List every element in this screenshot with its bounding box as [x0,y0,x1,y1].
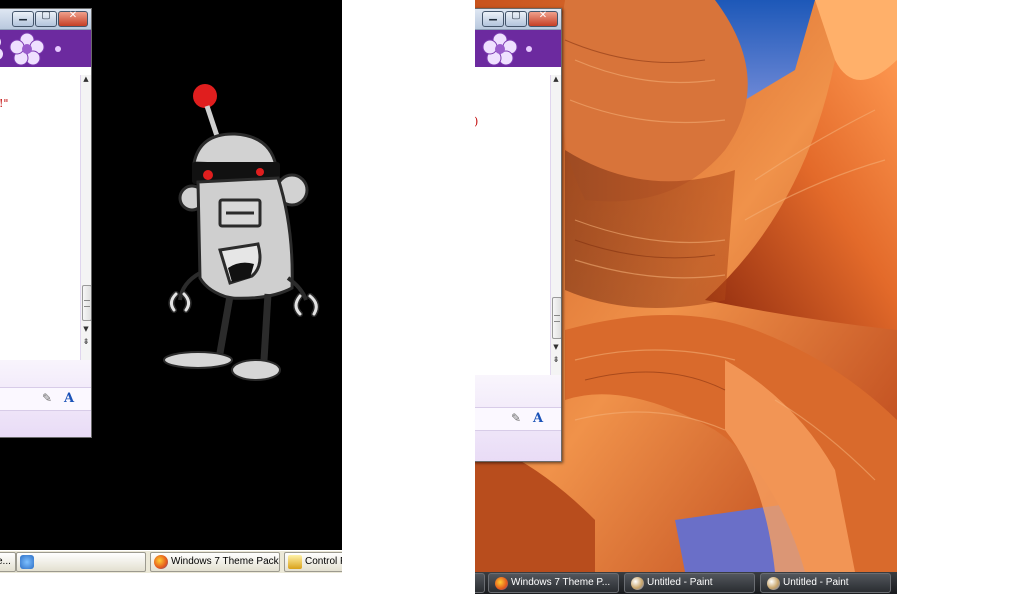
compose-toolbar: ✎ A [0,387,91,411]
messenger-window[interactable]: ▁ ▢ ✕ ) ▲ ▼ ⇟ [475,8,562,462]
close-icon: ✕ [68,10,78,21]
window-titlebar[interactable]: ▁ ▢ ✕ [475,9,561,30]
maximize-button[interactable]: ▢ [505,10,527,27]
taskbar-button-label: Windows 7 Theme Pack... [171,556,280,567]
window-header-banner [0,30,91,67]
paint-icon [631,577,644,590]
help-icon [20,555,34,569]
scroll-thumb[interactable] [552,297,561,339]
paint-icon [767,577,780,590]
conversation-history[interactable]: ) [475,75,551,375]
messenger-window[interactable]: ▁ ▢ ✕ !" ▲ [0,8,92,438]
right-desktop-screenshot: ▁ ▢ ✕ ) ▲ ▼ ⇟ [475,0,897,594]
robot-wallpaper-illustration [163,84,320,381]
window-header-banner [475,30,561,67]
close-button[interactable]: ✕ [528,10,558,27]
firefox-icon [154,555,168,569]
scroll-thumb[interactable] [82,285,91,321]
minimize-icon: ▁ [489,10,497,21]
decoration-dot [526,46,532,52]
minimize-button[interactable]: ▁ [12,10,34,27]
font-icon[interactable]: A [61,391,77,407]
taskbar: Windows 7 Theme P... Untitled - Paint Un… [475,572,897,594]
conversation-text: ) [475,115,478,128]
maximize-icon: ▢ [41,10,51,21]
taskbar-button-theme-pack[interactable]: Windows 7 Theme P... [488,573,619,593]
scroll-down-icon[interactable]: ▼ [81,325,91,333]
pen-icon[interactable]: ✎ [39,391,55,407]
taskbar: e... Windows 7 Theme Pack... Control Pa [0,550,342,573]
control-panel-icon [288,555,302,569]
conversation-scrollbar[interactable]: ▲ ▼ ⇟ [551,75,561,375]
left-desktop-screenshot: ▁ ▢ ✕ !" ▲ [0,0,342,573]
maximize-button[interactable]: ▢ [35,10,57,27]
maximize-icon: ▢ [511,10,521,21]
close-icon: ✕ [538,10,548,21]
scroll-more-icon[interactable]: ⇟ [81,337,91,346]
taskbar-button-paint-2[interactable]: Untitled - Paint [760,573,891,593]
taskbar-empty-button[interactable] [16,552,146,572]
window-body: ) ▲ ▼ ⇟ ✎ A [475,67,561,461]
scroll-up-icon[interactable]: ▲ [551,75,561,85]
conversation-history[interactable]: !" [0,75,81,360]
taskbar-button-label: Windows 7 Theme P... [511,577,611,588]
flower-icon [9,32,45,66]
minimize-icon: ▁ [19,10,27,21]
taskbar-button-label: Untitled - Paint [783,577,849,588]
scroll-down-icon[interactable]: ▼ [551,343,561,351]
pen-icon[interactable]: ✎ [508,411,524,427]
taskbar-partial-button[interactable]: e... [0,552,16,572]
taskbar-button-label: Control Pa [305,556,342,567]
minimize-button[interactable]: ▁ [482,10,504,27]
font-icon[interactable]: A [530,411,546,427]
taskbar-partial-label: e... [0,556,11,567]
scroll-up-icon[interactable]: ▲ [81,75,91,85]
window-controls: ▁ ▢ ✕ [482,10,558,27]
window-body: !" ▲ ▼ ⇟ ✎ A [0,67,91,437]
close-button[interactable]: ✕ [58,10,88,27]
taskbar-button-theme-pack[interactable]: Windows 7 Theme Pack... [150,552,280,572]
decoration-dot [55,46,61,52]
window-controls: ▁ ▢ ✕ [12,10,88,27]
taskbar-partial-button[interactable] [475,573,485,593]
taskbar-button-control-panel[interactable]: Control Pa [284,552,342,572]
conversation-text: !" [0,97,9,110]
flower-icon [0,38,3,60]
window-titlebar[interactable]: ▁ ▢ ✕ [0,9,91,30]
firefox-icon [495,577,508,590]
flower-icon [482,32,518,66]
compose-toolbar: ✎ A [475,407,561,431]
conversation-scrollbar[interactable]: ▲ ▼ ⇟ [81,75,91,360]
scroll-more-icon[interactable]: ⇟ [551,355,561,364]
taskbar-button-paint-1[interactable]: Untitled - Paint [624,573,755,593]
taskbar-button-label: Untitled - Paint [647,577,713,588]
